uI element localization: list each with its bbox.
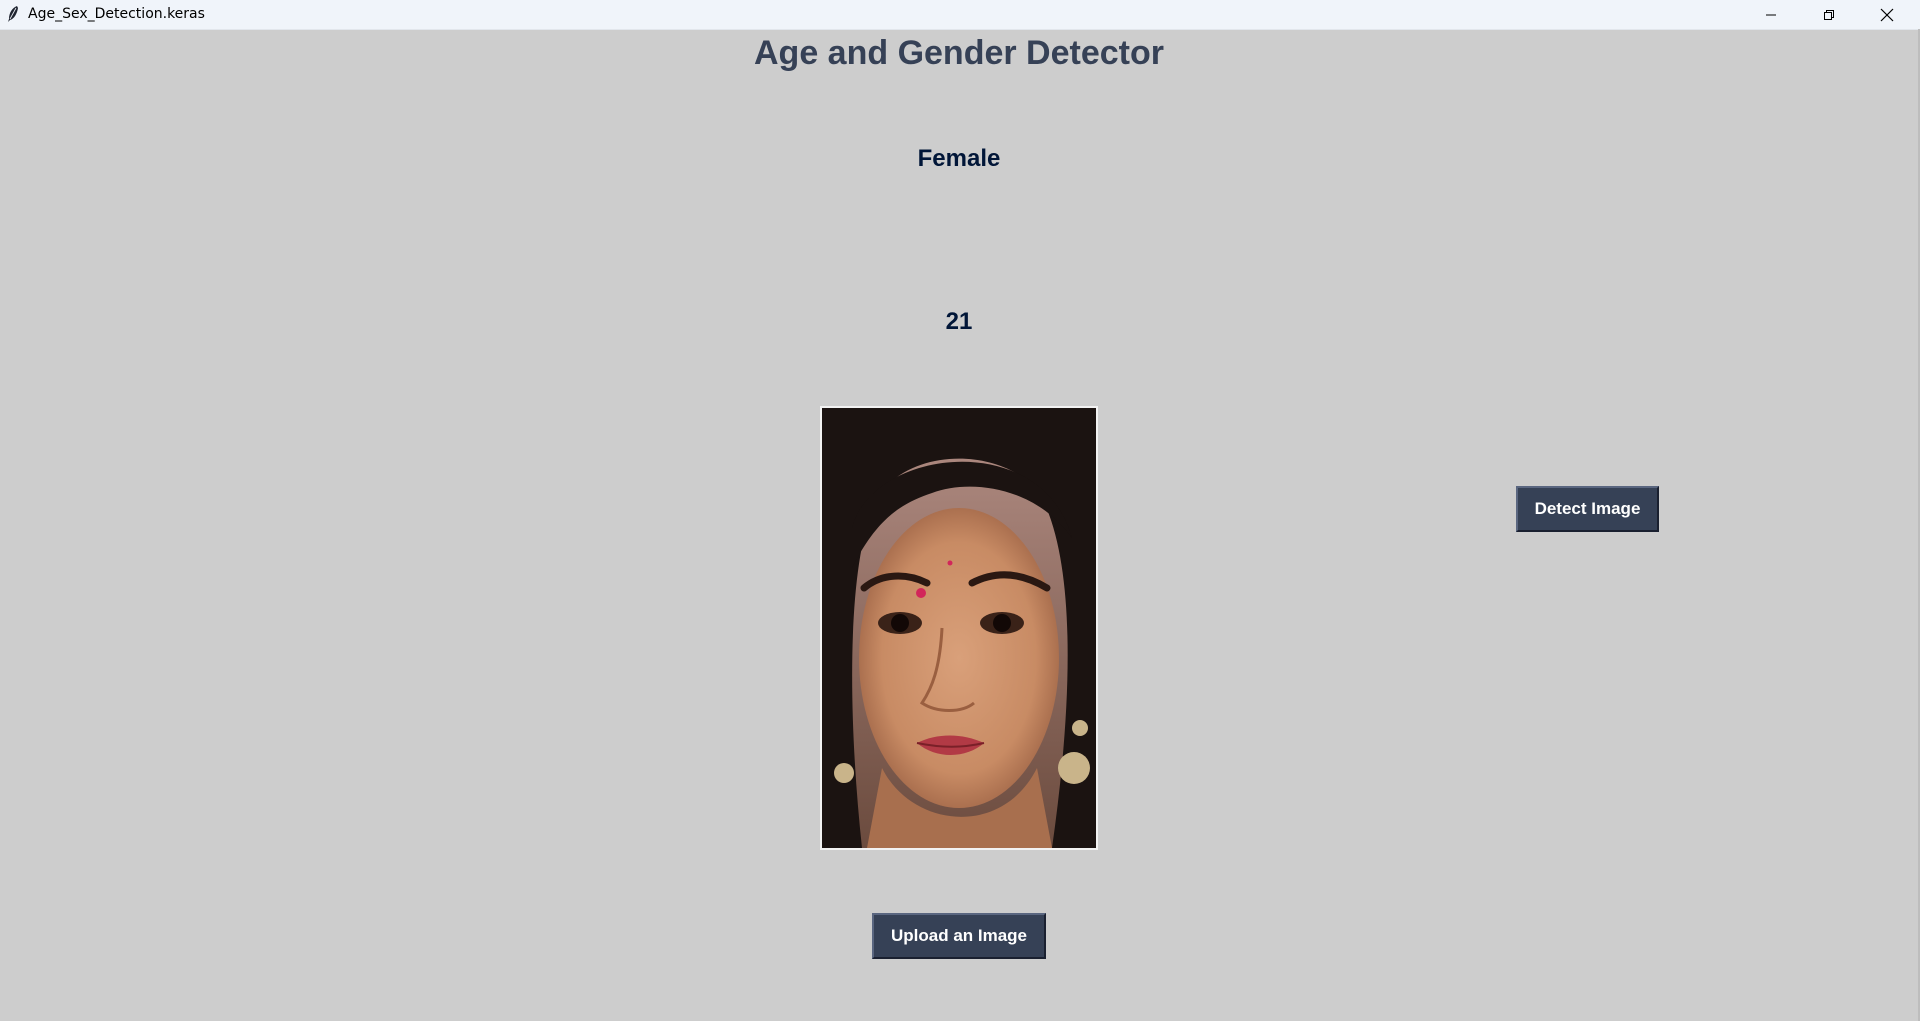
minimize-button[interactable] xyxy=(1742,0,1800,29)
face-photo xyxy=(822,408,1096,848)
gender-result-label: Female xyxy=(917,145,1001,172)
upload-image-button[interactable]: Upload an Image xyxy=(872,913,1046,959)
uploaded-image xyxy=(820,406,1098,850)
client-area: Age and Gender Detector Female 21 Detect… xyxy=(0,30,1920,1021)
age-result-label: 21 xyxy=(945,308,973,335)
page-title: Age and Gender Detector xyxy=(754,34,1164,72)
detect-image-button[interactable]: Detect Image xyxy=(1516,486,1659,532)
minimize-icon xyxy=(1766,14,1776,15)
restore-button[interactable] xyxy=(1800,0,1858,29)
app-window: Age_Sex_Detection.keras Age and Gender D… xyxy=(0,0,1920,1021)
window-title: Age_Sex_Detection.keras xyxy=(28,6,205,22)
close-icon xyxy=(1880,8,1894,21)
restore-icon xyxy=(1824,9,1834,20)
title-bar[interactable]: Age_Sex_Detection.keras xyxy=(0,0,1920,30)
close-button[interactable] xyxy=(1858,0,1916,29)
feather-icon xyxy=(8,6,18,22)
